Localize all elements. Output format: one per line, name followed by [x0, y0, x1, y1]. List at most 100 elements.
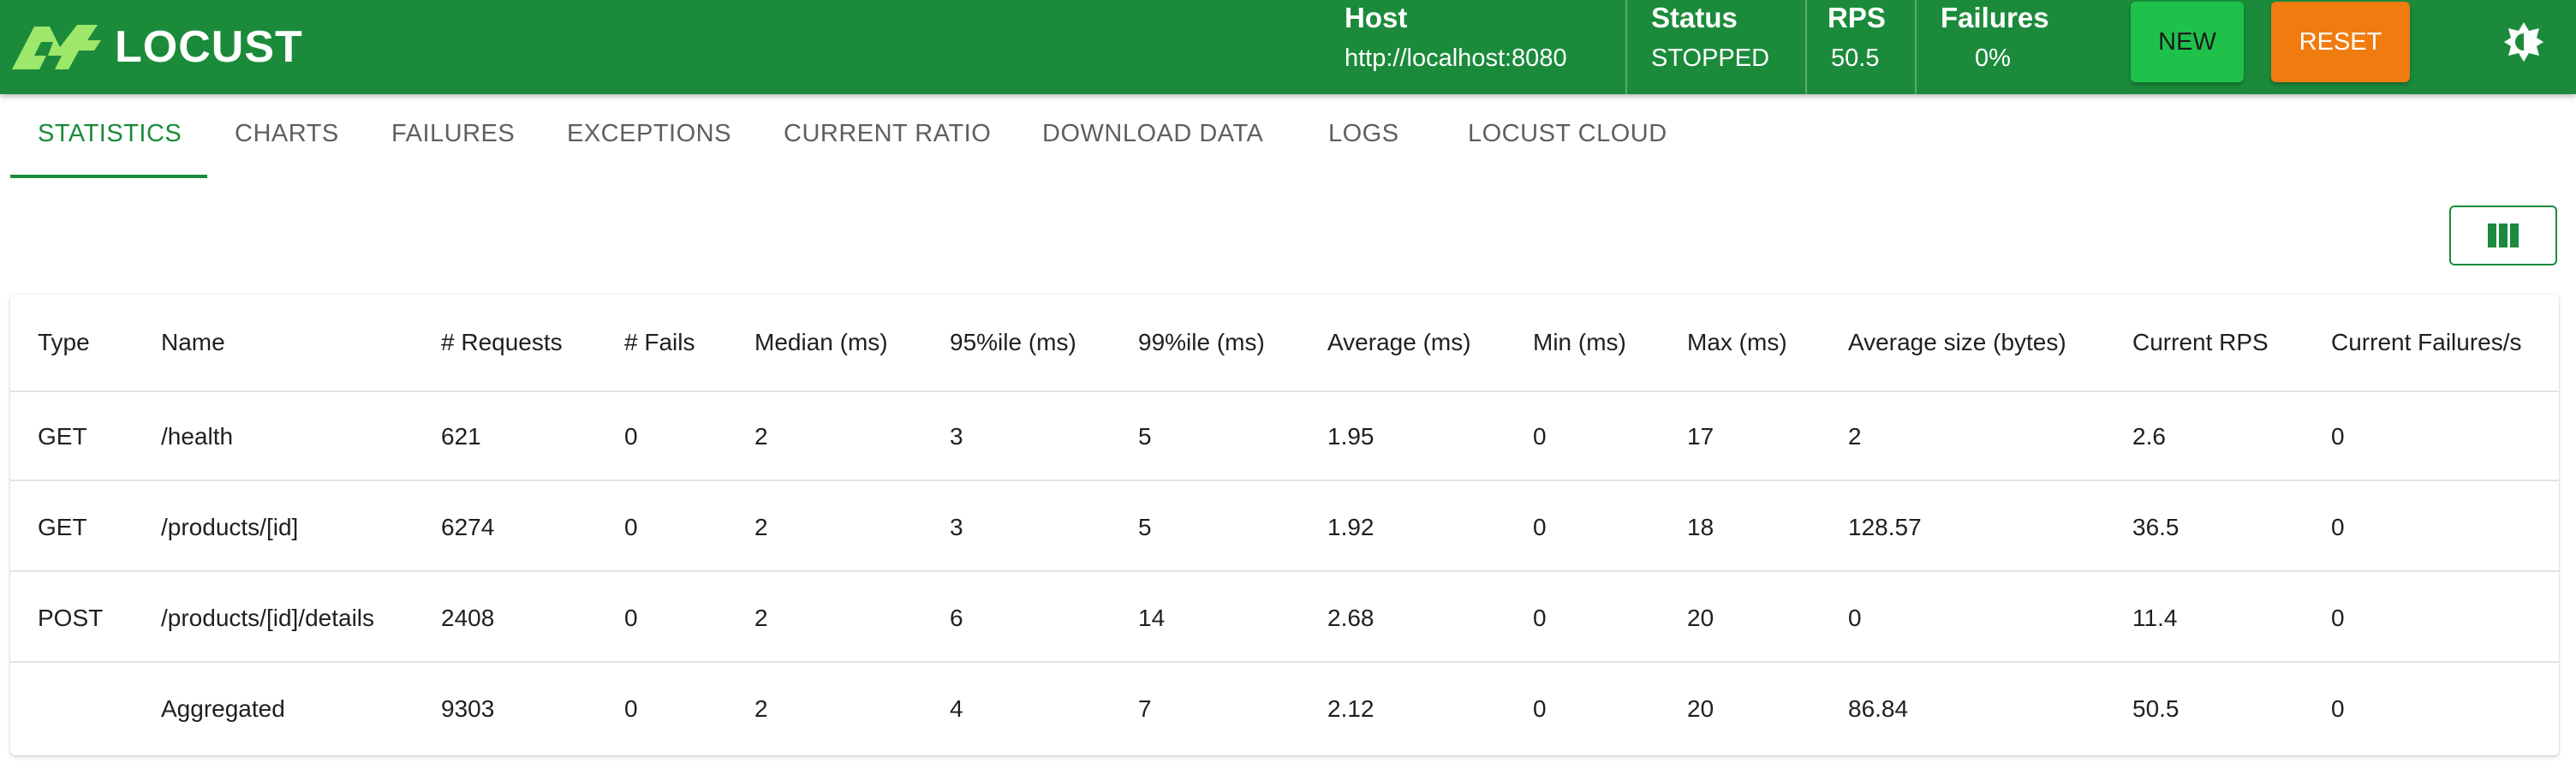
cell-requests: 621 — [441, 423, 481, 450]
rps-label: RPS — [1828, 2, 1886, 33]
tab-bar: STATISTICS CHARTS FAILURES EXCEPTIONS CU… — [0, 94, 2576, 178]
failures-value: 0% — [1975, 45, 2011, 72]
cell-99pct: 5 — [1138, 423, 1152, 450]
cell-current-rps: 50.5 — [2132, 695, 2179, 722]
cell-max: 17 — [1687, 423, 1714, 450]
cell-99pct: 7 — [1138, 695, 1152, 722]
locust-logo-icon — [12, 25, 101, 69]
cell-type: GET — [38, 514, 87, 540]
cell-current-failures: 0 — [2331, 695, 2345, 722]
cell-current-rps: 2.6 — [2132, 423, 2166, 450]
locust-logo[interactable]: LOCUST — [9, 17, 303, 77]
cell-average: 2.68 — [1327, 605, 1374, 631]
cell-avg-size: 2 — [1848, 423, 1862, 450]
cell-99pct: 5 — [1138, 514, 1152, 540]
header-fails[interactable]: # Fails — [624, 329, 695, 356]
header-current-failures[interactable]: Current Failures/s — [2331, 329, 2522, 356]
cell-median: 2 — [754, 695, 768, 722]
header-99pct[interactable]: 99%ile (ms) — [1138, 329, 1265, 356]
status-value: STOPPED — [1651, 45, 1770, 72]
brand-name: LOCUST — [115, 22, 303, 72]
new-test-button[interactable]: NEW — [2131, 2, 2244, 82]
stat-divider — [1805, 0, 1807, 94]
brightness-icon[interactable] — [2502, 21, 2545, 63]
host-label: Host — [1345, 2, 1408, 33]
table-row: GET /health 621 0 2 3 5 1.95 0 17 2 2.6 … — [10, 390, 2559, 481]
header-median[interactable]: Median (ms) — [754, 329, 888, 356]
app-bar: LOCUST Host http://localhost:8080 Status… — [0, 0, 2576, 94]
cell-fails: 0 — [624, 695, 638, 722]
cell-median: 2 — [754, 605, 768, 631]
tab-current-ratio[interactable]: CURRENT RATIO — [784, 120, 991, 148]
table-header-row: Type Name # Requests # Fails Median (ms)… — [10, 295, 2559, 392]
cell-avg-size: 128.57 — [1848, 514, 1922, 540]
active-tab-indicator — [10, 175, 207, 178]
cell-95pct: 3 — [950, 514, 963, 540]
cell-current-rps: 11.4 — [2132, 605, 2178, 631]
tab-locust-cloud[interactable]: LOCUST CLOUD — [1468, 120, 1667, 148]
cell-95pct: 6 — [950, 605, 963, 631]
header-min[interactable]: Min (ms) — [1533, 329, 1626, 356]
tab-logs[interactable]: LOGS — [1328, 120, 1399, 148]
tab-statistics[interactable]: STATISTICS — [38, 120, 182, 148]
cell-name: /products/[id]/details — [161, 605, 375, 631]
cell-fails: 0 — [624, 514, 638, 540]
tab-download-data[interactable]: DOWNLOAD DATA — [1042, 120, 1263, 148]
statistics-table: Type Name # Requests # Fails Median (ms)… — [10, 295, 2559, 755]
cell-max: 20 — [1687, 605, 1714, 631]
header-requests[interactable]: # Requests — [441, 329, 563, 356]
cell-current-rps: 36.5 — [2132, 514, 2179, 540]
cell-min: 0 — [1533, 695, 1547, 722]
cell-99pct: 14 — [1138, 605, 1166, 631]
table-row-aggregated: Aggregated 9303 0 2 4 7 2.12 0 20 86.84 … — [10, 663, 2559, 754]
cell-current-failures: 0 — [2331, 514, 2345, 540]
cell-min: 0 — [1533, 605, 1547, 631]
tab-charts[interactable]: CHARTS — [235, 120, 339, 148]
cell-avg-size: 0 — [1848, 605, 1862, 631]
cell-average: 1.95 — [1327, 423, 1374, 450]
failures-label: Failures — [1941, 2, 2049, 33]
header-type[interactable]: Type — [38, 329, 90, 356]
header-average[interactable]: Average (ms) — [1327, 329, 1471, 356]
header-avg-size[interactable]: Average size (bytes) — [1848, 329, 2066, 356]
cell-type: GET — [38, 423, 87, 450]
cell-type: POST — [38, 605, 104, 631]
cell-median: 2 — [754, 423, 768, 450]
header-95pct[interactable]: 95%ile (ms) — [950, 329, 1076, 356]
cell-fails: 0 — [624, 423, 638, 450]
tab-exceptions[interactable]: EXCEPTIONS — [567, 120, 731, 148]
cell-name: /health — [161, 423, 234, 450]
cell-95pct: 4 — [950, 695, 963, 722]
cell-name: Aggregated — [161, 695, 285, 722]
stat-divider — [1915, 0, 1917, 94]
cell-average: 2.12 — [1327, 695, 1374, 722]
cell-fails: 0 — [624, 605, 638, 631]
cell-avg-size: 86.84 — [1848, 695, 1909, 722]
header-max[interactable]: Max (ms) — [1687, 329, 1787, 356]
reset-stats-button[interactable]: RESET — [2271, 2, 2410, 82]
cell-average: 1.92 — [1327, 514, 1374, 540]
cell-median: 2 — [754, 514, 768, 540]
tab-failures[interactable]: FAILURES — [391, 120, 515, 148]
header-name[interactable]: Name — [161, 329, 225, 356]
table-row: POST /products/[id]/details 2408 0 2 6 1… — [10, 572, 2559, 663]
host-value: http://localhost:8080 — [1345, 45, 1567, 72]
cell-max: 18 — [1687, 514, 1714, 540]
cell-current-failures: 0 — [2331, 423, 2345, 450]
status-label: Status — [1651, 2, 1738, 33]
cell-min: 0 — [1533, 514, 1547, 540]
table-row: GET /products/[id] 6274 0 2 3 5 1.92 0 1… — [10, 481, 2559, 572]
cell-max: 20 — [1687, 695, 1714, 722]
stat-divider — [1625, 0, 1627, 94]
cell-min: 0 — [1533, 423, 1547, 450]
column-selector-button[interactable] — [2449, 206, 2557, 265]
rps-value: 50.5 — [1831, 45, 1880, 72]
cell-name: /products/[id] — [161, 514, 299, 540]
cell-current-failures: 0 — [2331, 605, 2345, 631]
cell-95pct: 3 — [950, 423, 963, 450]
header-current-rps[interactable]: Current RPS — [2132, 329, 2269, 356]
cell-requests: 9303 — [441, 695, 495, 722]
view-columns-icon — [2488, 224, 2519, 247]
cell-requests: 2408 — [441, 605, 495, 631]
cell-requests: 6274 — [441, 514, 495, 540]
